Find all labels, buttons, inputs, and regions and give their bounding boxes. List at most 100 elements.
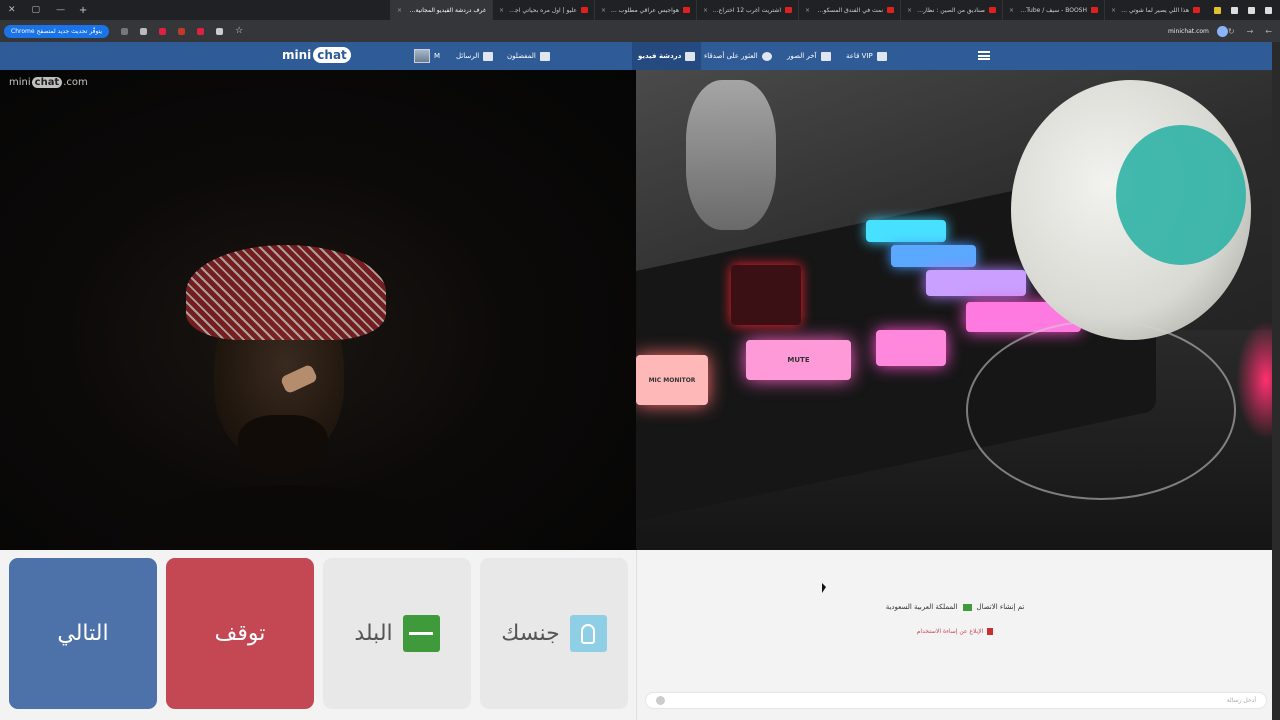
watermark-left: mini (9, 77, 31, 88)
browser-tab[interactable]: هذا اللي يصير لما شوتي طفشان × (1104, 0, 1206, 20)
close-tab-icon[interactable]: × (397, 7, 402, 14)
minimize-window-icon[interactable]: — (56, 5, 65, 15)
nav-favorites[interactable]: المفضلون (507, 42, 550, 70)
nav-messages[interactable]: الرسائل (456, 42, 494, 70)
browser-tab[interactable]: نمت في الفندق المسكون - اصوا... × (798, 0, 900, 20)
envelope-icon (483, 51, 494, 61)
tabs: هذا اللي يصير لما شوتي طفشان×BOOSH - سيف… (93, 0, 1206, 556)
user-menu[interactable]: M (414, 42, 440, 70)
message-input[interactable]: أدخل رسالة (645, 692, 1267, 709)
nav-find-friends[interactable]: العثور على أصدقاء (704, 42, 772, 70)
close-tab-icon[interactable]: × (499, 7, 504, 14)
mixer-key (866, 220, 946, 242)
red-headscarf (186, 245, 386, 340)
watermark-right: .com (63, 77, 88, 88)
tab-title: اشتريت أغرب 12 اختراع من شي إن (712, 6, 781, 14)
person-shoulders (120, 485, 450, 550)
browser-tab[interactable]: صناديق من الصين : نظارة مهما ... × (900, 0, 1002, 20)
tab-title: صناديق من الصين : نظارة مهما ... (916, 6, 985, 14)
nav-vip[interactable]: VIP قاعة (846, 42, 887, 70)
close-window-icon[interactable]: ✕ (8, 5, 16, 15)
youtube-favicon-icon (887, 7, 894, 13)
bookmark-icon (539, 51, 550, 61)
new-tab-button[interactable]: + (73, 5, 93, 16)
window-controls: ✕ ▢ — (0, 5, 73, 15)
youtube-favicon-icon (581, 7, 588, 13)
status-country: المملكة العربية السعودية (885, 603, 958, 611)
gender-selector[interactable]: جنسك (480, 558, 628, 709)
crown-icon (876, 51, 887, 61)
minichat-logo[interactable]: mini chat (282, 47, 351, 63)
close-tab-icon[interactable]: × (1111, 7, 1116, 14)
close-tab-icon[interactable]: × (1009, 7, 1014, 14)
remote-video: MUTE MIC MONITOR (636, 70, 1272, 550)
youtube-favicon-icon (785, 7, 792, 13)
youtube-favicon-icon (683, 7, 690, 13)
forward-icon[interactable]: → (1247, 27, 1254, 36)
mixer-knob (731, 265, 801, 325)
minichat-watermark: mini chat .com (9, 77, 88, 88)
chat-panel: تم إنشاء الاتصال المملكة العربية السعودي… (636, 550, 1272, 720)
browser-toolbar: يتوفّر تحديث جديد لمتصفح Chrome ☆ minich… (0, 20, 1280, 42)
close-tab-icon[interactable]: × (703, 7, 708, 14)
extension-icon[interactable] (1231, 6, 1238, 14)
person-icon (569, 615, 607, 652)
address-bar[interactable]: minichat.com (1168, 28, 1209, 35)
extension-icon[interactable] (1265, 6, 1272, 14)
stop-button-label: توقف (214, 621, 266, 646)
tab-strip-actions (1206, 6, 1280, 14)
robot-teal-accent (1116, 125, 1246, 265)
extension-icon[interactable] (121, 27, 129, 35)
video-chat-icon (685, 51, 696, 61)
saudi-flag-icon (402, 615, 440, 652)
stop-button[interactable]: توقف (166, 558, 314, 709)
browser-tab[interactable]: BOOSH - سيف / YouTube × (1002, 0, 1104, 20)
extension-icon[interactable] (1214, 6, 1221, 14)
nav-latest-photos[interactable]: آخر الصور (787, 42, 831, 70)
youtube-favicon-icon (1091, 7, 1098, 13)
extension-icon[interactable] (1248, 6, 1255, 14)
connection-status: تم إنشاء الاتصال المملكة العربية السعودي… (637, 603, 1273, 611)
chrome-update-button[interactable]: يتوفّر تحديث جديد لمتصفح Chrome (4, 24, 110, 38)
maximize-window-icon[interactable]: ▢ (32, 5, 41, 15)
nav-latest-photos-label: آخر الصور (787, 52, 817, 60)
tab-title: BOOSH - سيف / YouTube (1018, 6, 1087, 14)
nav-video-chat-label: دردشة فيديو (638, 52, 682, 60)
extension-icon[interactable] (140, 27, 148, 35)
nav-messages-label: الرسائل (456, 52, 480, 60)
mixer-key (926, 270, 1026, 296)
shield-icon[interactable] (178, 27, 186, 35)
tab-title: هواجيس عراقي مطلوب ٥٠٠ ... (610, 6, 679, 14)
browser-tab[interactable]: هواجيس عراقي مطلوب ٥٠٠ ... × (594, 0, 696, 20)
reload-icon[interactable]: ↻ (1228, 27, 1235, 36)
tab-title: هذا اللي يصير لما شوتي طفشان (1120, 6, 1189, 14)
nav-find-friends-label: العثور على أصدقاء (704, 52, 758, 60)
emoji-icon[interactable] (656, 696, 665, 705)
browser-tab[interactable]: اشتريت أغرب 12 اختراع من شي إن × (696, 0, 798, 20)
status-text: تم إنشاء الاتصال (976, 603, 1025, 611)
avatar (414, 49, 430, 63)
browser-tab[interactable]: غرف دردشة الفيديو المجانية... × (390, 0, 643, 556)
back-icon[interactable]: ← (1265, 27, 1272, 36)
nav-video-chat[interactable]: دردشة فيديو (632, 42, 702, 70)
extensions: ☆ (121, 26, 243, 36)
pink-light (1236, 320, 1272, 440)
report-abuse-link[interactable]: الإبلاغ عن إساءة الاستخدام (637, 628, 1273, 635)
site-header: mini chat M الرسائل المفضلون دردشة فيديو… (0, 42, 1272, 70)
extension-icon[interactable] (197, 27, 205, 35)
close-tab-icon[interactable]: × (601, 7, 606, 14)
browser-tab[interactable]: عليو | اول مره بحياتي اجرب سيار... × (492, 0, 594, 20)
scrollbar[interactable] (1272, 42, 1280, 720)
country-selector[interactable]: البلد (323, 558, 471, 709)
profile-avatar[interactable] (1216, 25, 1228, 37)
close-tab-icon[interactable]: × (805, 7, 810, 14)
puzzle-icon[interactable] (216, 27, 224, 35)
star-icon[interactable]: ☆ (235, 26, 243, 36)
next-button[interactable]: التالي (9, 558, 157, 709)
close-tab-icon[interactable]: × (907, 7, 912, 14)
tab-title: نمت في الفندق المسكون - اصوا... (814, 6, 883, 14)
youtube-favicon-icon (1193, 7, 1200, 13)
extension-icon[interactable] (159, 27, 167, 35)
nav-vip-label: VIP قاعة (846, 52, 873, 60)
hamburger-menu-icon[interactable] (978, 51, 990, 60)
